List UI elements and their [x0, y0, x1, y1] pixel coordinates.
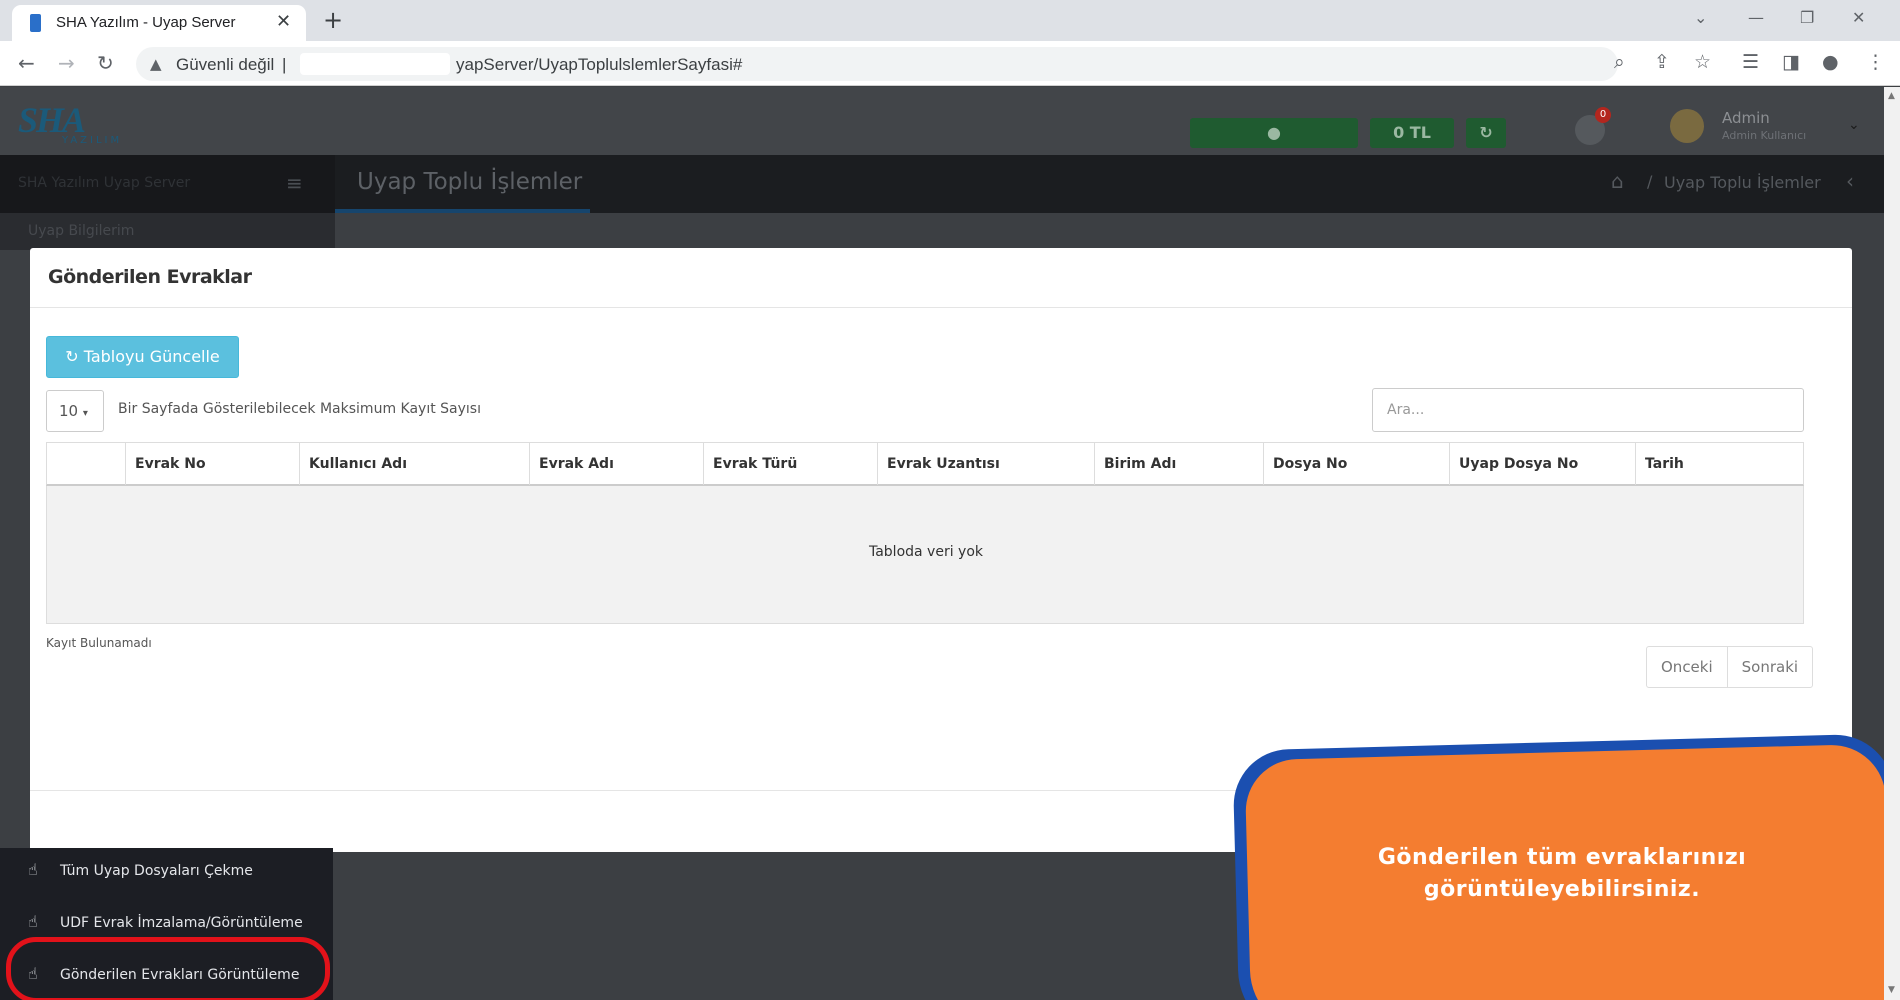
zoom-icon[interactable]: ⌕ [1614, 51, 1625, 73]
table-header: Evrak No Kullanıcı Adı Evrak Adı Evrak T… [46, 442, 1804, 486]
redacted-url-part [300, 53, 450, 75]
refresh-table-label: Tabloyu Güncelle [83, 347, 220, 366]
tab-search-icon[interactable]: ⌄ [1694, 8, 1707, 27]
pagination: Onceki Sonraki [1646, 646, 1814, 688]
callout-line-2: görüntüleyebilirsiniz. [1423, 877, 1701, 902]
column-header-dosya-no[interactable]: Dosya No [1263, 443, 1449, 485]
close-tab-icon[interactable]: ✕ [276, 11, 291, 32]
user-credit-button[interactable]: ● [1190, 118, 1358, 148]
column-header-evrak-adi[interactable]: Evrak Adı [529, 443, 703, 485]
forward-icon[interactable]: → [58, 51, 75, 75]
balance-button[interactable]: 0 TL [1370, 118, 1454, 148]
empty-table-message: Tabloda veri yok [868, 544, 984, 560]
column-header-evrak-uzantisi[interactable]: Evrak Uzantısı [877, 443, 1094, 485]
restore-icon[interactable]: ❐ [1800, 8, 1814, 27]
sidebar-item-tum-uyap-dosyalari[interactable]: ☝ Tüm Uyap Dosyaları Çekme [0, 848, 333, 898]
reload-icon[interactable]: ↻ [97, 51, 114, 75]
favicon-icon [30, 14, 41, 32]
table-body: Tabloda veri yok [46, 486, 1804, 624]
media-icon[interactable]: ☰ [1742, 51, 1759, 73]
browser-tab-bar: SHA Yazılım - Uyap Server ✕ + ⌄ — ❐ ✕ [0, 0, 1900, 41]
highlight-ring [6, 937, 330, 1000]
app-titlebar: SHA Yazılım Uyap Server ≡ Uyap Toplu İşl… [0, 155, 1900, 213]
logo-subtitle: YAZILIM [62, 135, 123, 146]
sidebar-item-label: Tüm Uyap Dosyaları Çekme [60, 863, 253, 879]
balance-label: 0 TL [1393, 123, 1431, 142]
column-header-evrak-turu[interactable]: Evrak Türü [703, 443, 877, 485]
profile-icon[interactable]: ● [1822, 51, 1839, 73]
sidebar-top: Uyap Bilgilerim [0, 213, 335, 250]
scroll-down-icon[interactable]: ▼ [1888, 985, 1895, 995]
user-name: Admin [1722, 109, 1770, 127]
next-page-button[interactable]: Sonraki [1726, 647, 1812, 687]
chevron-left-icon[interactable]: ‹ [1846, 169, 1854, 193]
breadcrumb[interactable]: Uyap Toplu İşlemler [1664, 173, 1821, 192]
column-header-kullanici-adi[interactable]: Kullanıcı Adı [299, 443, 529, 485]
back-icon[interactable]: ← [18, 51, 35, 75]
browser-tab[interactable]: SHA Yazılım - Uyap Server ✕ [12, 5, 306, 41]
hamburger-icon[interactable]: ≡ [286, 171, 303, 195]
hand-pointer-icon: ☝ [28, 912, 38, 931]
sidebar-item-uyap-bilgilerim[interactable]: Uyap Bilgilerim [28, 223, 134, 239]
column-header-tarih[interactable]: Tarih [1635, 443, 1803, 485]
scroll-up-icon[interactable]: ▲ [1888, 91, 1895, 101]
home-icon[interactable]: ⌂ [1611, 169, 1624, 193]
user-role: Admin Kullanıcı [1722, 129, 1807, 142]
page-scrollbar[interactable]: ▲ ▼ [1884, 87, 1900, 1000]
tab-title: SHA Yazılım - Uyap Server [56, 14, 236, 31]
caret-down-icon: ▾ [82, 408, 88, 419]
column-header-birim-adi[interactable]: Birim Adı [1094, 443, 1263, 485]
security-separator: | [282, 55, 287, 74]
modal-header: Gönderilen Evraklar [30, 248, 1852, 308]
app-header: SHA YAZILIM ● 0 TL ↻ 0 Admin Admin Kulla… [0, 87, 1900, 155]
breadcrumb-separator: / [1647, 172, 1653, 191]
window-close-icon[interactable]: ✕ [1852, 8, 1865, 27]
header-refresh-button[interactable]: ↻ [1466, 118, 1506, 148]
page-title: Uyap Toplu İşlemler [357, 169, 583, 195]
side-panel-icon[interactable]: ◨ [1782, 51, 1800, 73]
user-icon: ● [1267, 123, 1281, 142]
column-header-evrak-no[interactable]: Evrak No [125, 443, 299, 485]
modal-title: Gönderilen Evraklar [48, 266, 252, 288]
refresh-table-button[interactable]: ↻ Tabloyu Güncelle [46, 336, 239, 378]
callout-text: Gönderilen tüm evraklarınızı görüntüleye… [1262, 842, 1862, 906]
page-length-label: Bir Sayfada Gösterilebilecek Maksimum Ka… [118, 401, 481, 417]
url-text: yapServer/UyapToplulslemlerSayfasi# [456, 55, 743, 74]
chevron-down-icon[interactable]: ⌄ [1848, 117, 1860, 133]
new-tab-icon[interactable]: + [323, 6, 343, 34]
notification-badge: 0 [1595, 107, 1611, 123]
callout-line-1: Gönderilen tüm evraklarınızı [1377, 845, 1747, 870]
share-icon[interactable]: ⇪ [1654, 51, 1670, 73]
search-input[interactable]: Ara... [1372, 388, 1804, 432]
hand-pointer-icon: ☝ [28, 860, 38, 879]
page-title-underline [335, 209, 590, 213]
page-length-value: 10 [59, 402, 79, 420]
column-header-uyap-dosya-no[interactable]: Uyap Dosya No [1449, 443, 1635, 485]
search-placeholder: Ara... [1387, 402, 1425, 418]
avatar[interactable] [1670, 109, 1704, 143]
sidebar-brand: SHA Yazılım Uyap Server ≡ [0, 155, 335, 213]
refresh-icon: ↻ [1479, 123, 1493, 142]
sidebar-item-label: UDF Evrak İmzalama/Görüntüleme [60, 915, 303, 931]
column-header-select[interactable] [47, 443, 125, 485]
refresh-icon: ↻ [65, 347, 79, 366]
bookmark-star-icon[interactable]: ☆ [1694, 51, 1711, 73]
brand-text: SHA Yazılım Uyap Server [18, 175, 191, 191]
menu-kebab-icon[interactable]: ⋮ [1866, 51, 1885, 73]
browser-toolbar: ← → ↻ ▲ Güvenli değil | yapServer/UyapTo… [0, 41, 1900, 86]
page-length-select[interactable]: 10 ▾ [46, 390, 104, 432]
warning-icon: ▲ [150, 55, 162, 73]
security-label: Güvenli değil [176, 55, 275, 74]
minimize-icon[interactable]: — [1748, 8, 1764, 27]
address-bar[interactable]: ▲ Güvenli değil | yapServer/UyapToplulsl… [136, 47, 1618, 81]
table-info: Kayıt Bulunamadı [46, 636, 152, 650]
previous-page-button[interactable]: Onceki [1647, 647, 1727, 687]
